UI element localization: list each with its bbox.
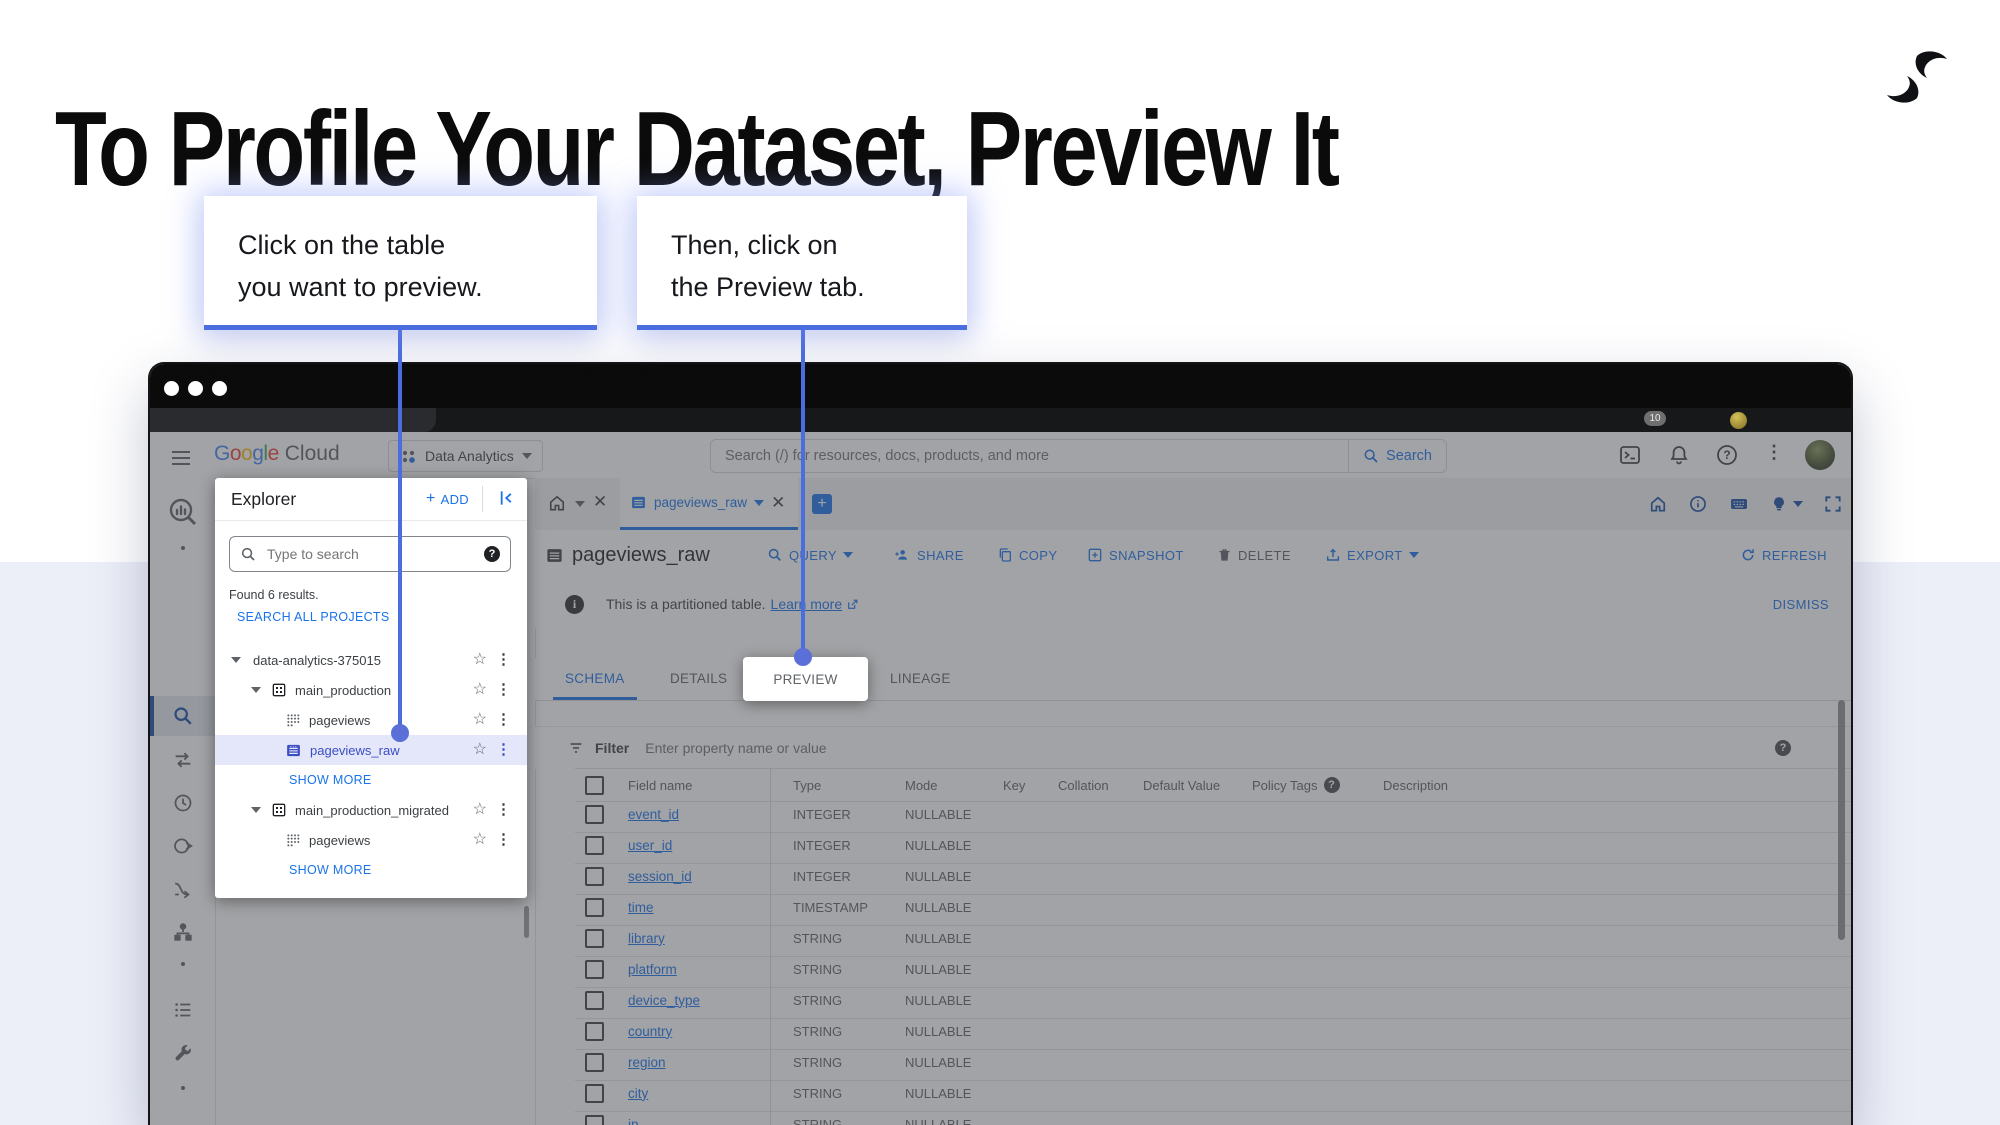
explorer-panel: Explorer + ADD ? Found 6 results. SEARCH… bbox=[215, 478, 527, 898]
callout-preview-tab: Then, click on the Preview tab. bbox=[637, 196, 967, 330]
show-more-label: SHOW MORE bbox=[289, 773, 372, 787]
browser-tabstrip: 10 bbox=[150, 408, 1851, 432]
show-more-button-2[interactable]: SHOW MORE bbox=[215, 855, 527, 885]
connector-dot-preview bbox=[794, 648, 812, 666]
tree-item-dataset-main-production[interactable]: main_production ☆ ⋮ bbox=[215, 675, 527, 705]
results-count: Found 6 results. bbox=[229, 588, 319, 602]
tree-item-label: data-analytics-375015 bbox=[253, 652, 381, 668]
search-help-icon[interactable]: ? bbox=[484, 546, 500, 562]
search-all-projects-button[interactable]: SEARCH ALL PROJECTS bbox=[237, 610, 390, 624]
kebab-menu-icon[interactable]: ⋮ bbox=[496, 650, 511, 668]
page-title: To Profile Your Dataset, Preview It bbox=[55, 90, 1340, 209]
kebab-menu-icon[interactable]: ⋮ bbox=[496, 680, 511, 698]
tree-item-view-pageviews[interactable]: pageviews ☆ ⋮ bbox=[215, 705, 527, 735]
explorer-title: Explorer bbox=[231, 488, 297, 509]
browser-active-tab[interactable] bbox=[150, 408, 436, 432]
slide: To Profile Your Dataset, Preview It 10 G… bbox=[0, 0, 2000, 1125]
explorer-search-box[interactable]: ? bbox=[229, 536, 511, 572]
callout-text-line: Click on the table bbox=[238, 230, 446, 260]
kebab-menu-icon[interactable]: ⋮ bbox=[496, 710, 511, 728]
tree-item-label: main_production bbox=[295, 682, 392, 698]
star-icon[interactable]: ☆ bbox=[473, 709, 487, 729]
star-icon[interactable]: ☆ bbox=[473, 739, 487, 759]
add-data-button-label: ADD bbox=[440, 491, 469, 507]
view-icon bbox=[287, 834, 300, 847]
tab-count-badge[interactable]: 10 bbox=[1644, 411, 1666, 426]
callout-text-line: you want to preview. bbox=[238, 272, 483, 302]
tree-item-label: pageviews_raw bbox=[310, 742, 400, 758]
search-icon bbox=[241, 547, 255, 561]
window-titlebar bbox=[150, 364, 1851, 408]
window-control-maximize[interactable] bbox=[212, 381, 227, 396]
connector-line-preview bbox=[801, 330, 805, 650]
explorer-header: Explorer + ADD bbox=[215, 478, 527, 521]
add-data-button[interactable]: + ADD bbox=[426, 490, 469, 508]
dataset-icon bbox=[272, 803, 286, 817]
browser-profile-avatar[interactable] bbox=[1730, 412, 1747, 429]
dataset-icon bbox=[272, 683, 286, 697]
kebab-menu-icon[interactable]: ⋮ bbox=[496, 740, 511, 758]
expand-caret-icon[interactable] bbox=[231, 657, 241, 663]
tree-item-label: main_production_migrated bbox=[295, 802, 449, 818]
header-divider bbox=[482, 486, 483, 512]
explorer-search-input[interactable] bbox=[265, 545, 484, 563]
connector-line-table bbox=[398, 330, 402, 726]
tree-item-view-pageviews-2[interactable]: pageviews ☆ ⋮ bbox=[215, 825, 527, 855]
expand-caret-icon[interactable] bbox=[251, 687, 261, 693]
star-icon[interactable]: ☆ bbox=[473, 649, 487, 669]
connector-dot-table bbox=[391, 724, 409, 742]
show-more-label: SHOW MORE bbox=[289, 863, 372, 877]
window-control-close[interactable] bbox=[164, 381, 179, 396]
view-icon bbox=[287, 714, 300, 727]
tree-item-dataset-main-production-migrated[interactable]: main_production_migrated ☆ ⋮ bbox=[215, 795, 527, 825]
tree-item-label: pageviews bbox=[309, 712, 371, 728]
show-more-button[interactable]: SHOW MORE bbox=[215, 765, 527, 795]
table-icon bbox=[287, 744, 300, 756]
brand-logo bbox=[1884, 48, 1950, 106]
plus-icon: + bbox=[425, 490, 436, 507]
callout-text-line: the Preview tab. bbox=[671, 272, 865, 302]
callout-click-table: Click on the table you want to preview. bbox=[204, 196, 597, 330]
collapse-panel-icon[interactable] bbox=[495, 488, 515, 508]
brand-logo-icon bbox=[1887, 51, 1947, 103]
kebab-menu-icon[interactable]: ⋮ bbox=[496, 830, 511, 848]
tree-item-label: pageviews bbox=[309, 832, 371, 848]
tree-item-table-pageviews-raw[interactable]: pageviews_raw ☆ ⋮ bbox=[215, 735, 527, 765]
window-control-minimize[interactable] bbox=[188, 381, 203, 396]
star-icon[interactable]: ☆ bbox=[473, 799, 487, 819]
callout-text-line: Then, click on bbox=[671, 230, 838, 260]
star-icon[interactable]: ☆ bbox=[473, 679, 487, 699]
expand-caret-icon[interactable] bbox=[251, 807, 261, 813]
kebab-menu-icon[interactable]: ⋮ bbox=[496, 800, 511, 818]
tree-item-project[interactable]: data-analytics-375015 ☆ ⋮ bbox=[215, 645, 527, 675]
star-icon[interactable]: ☆ bbox=[473, 829, 487, 849]
